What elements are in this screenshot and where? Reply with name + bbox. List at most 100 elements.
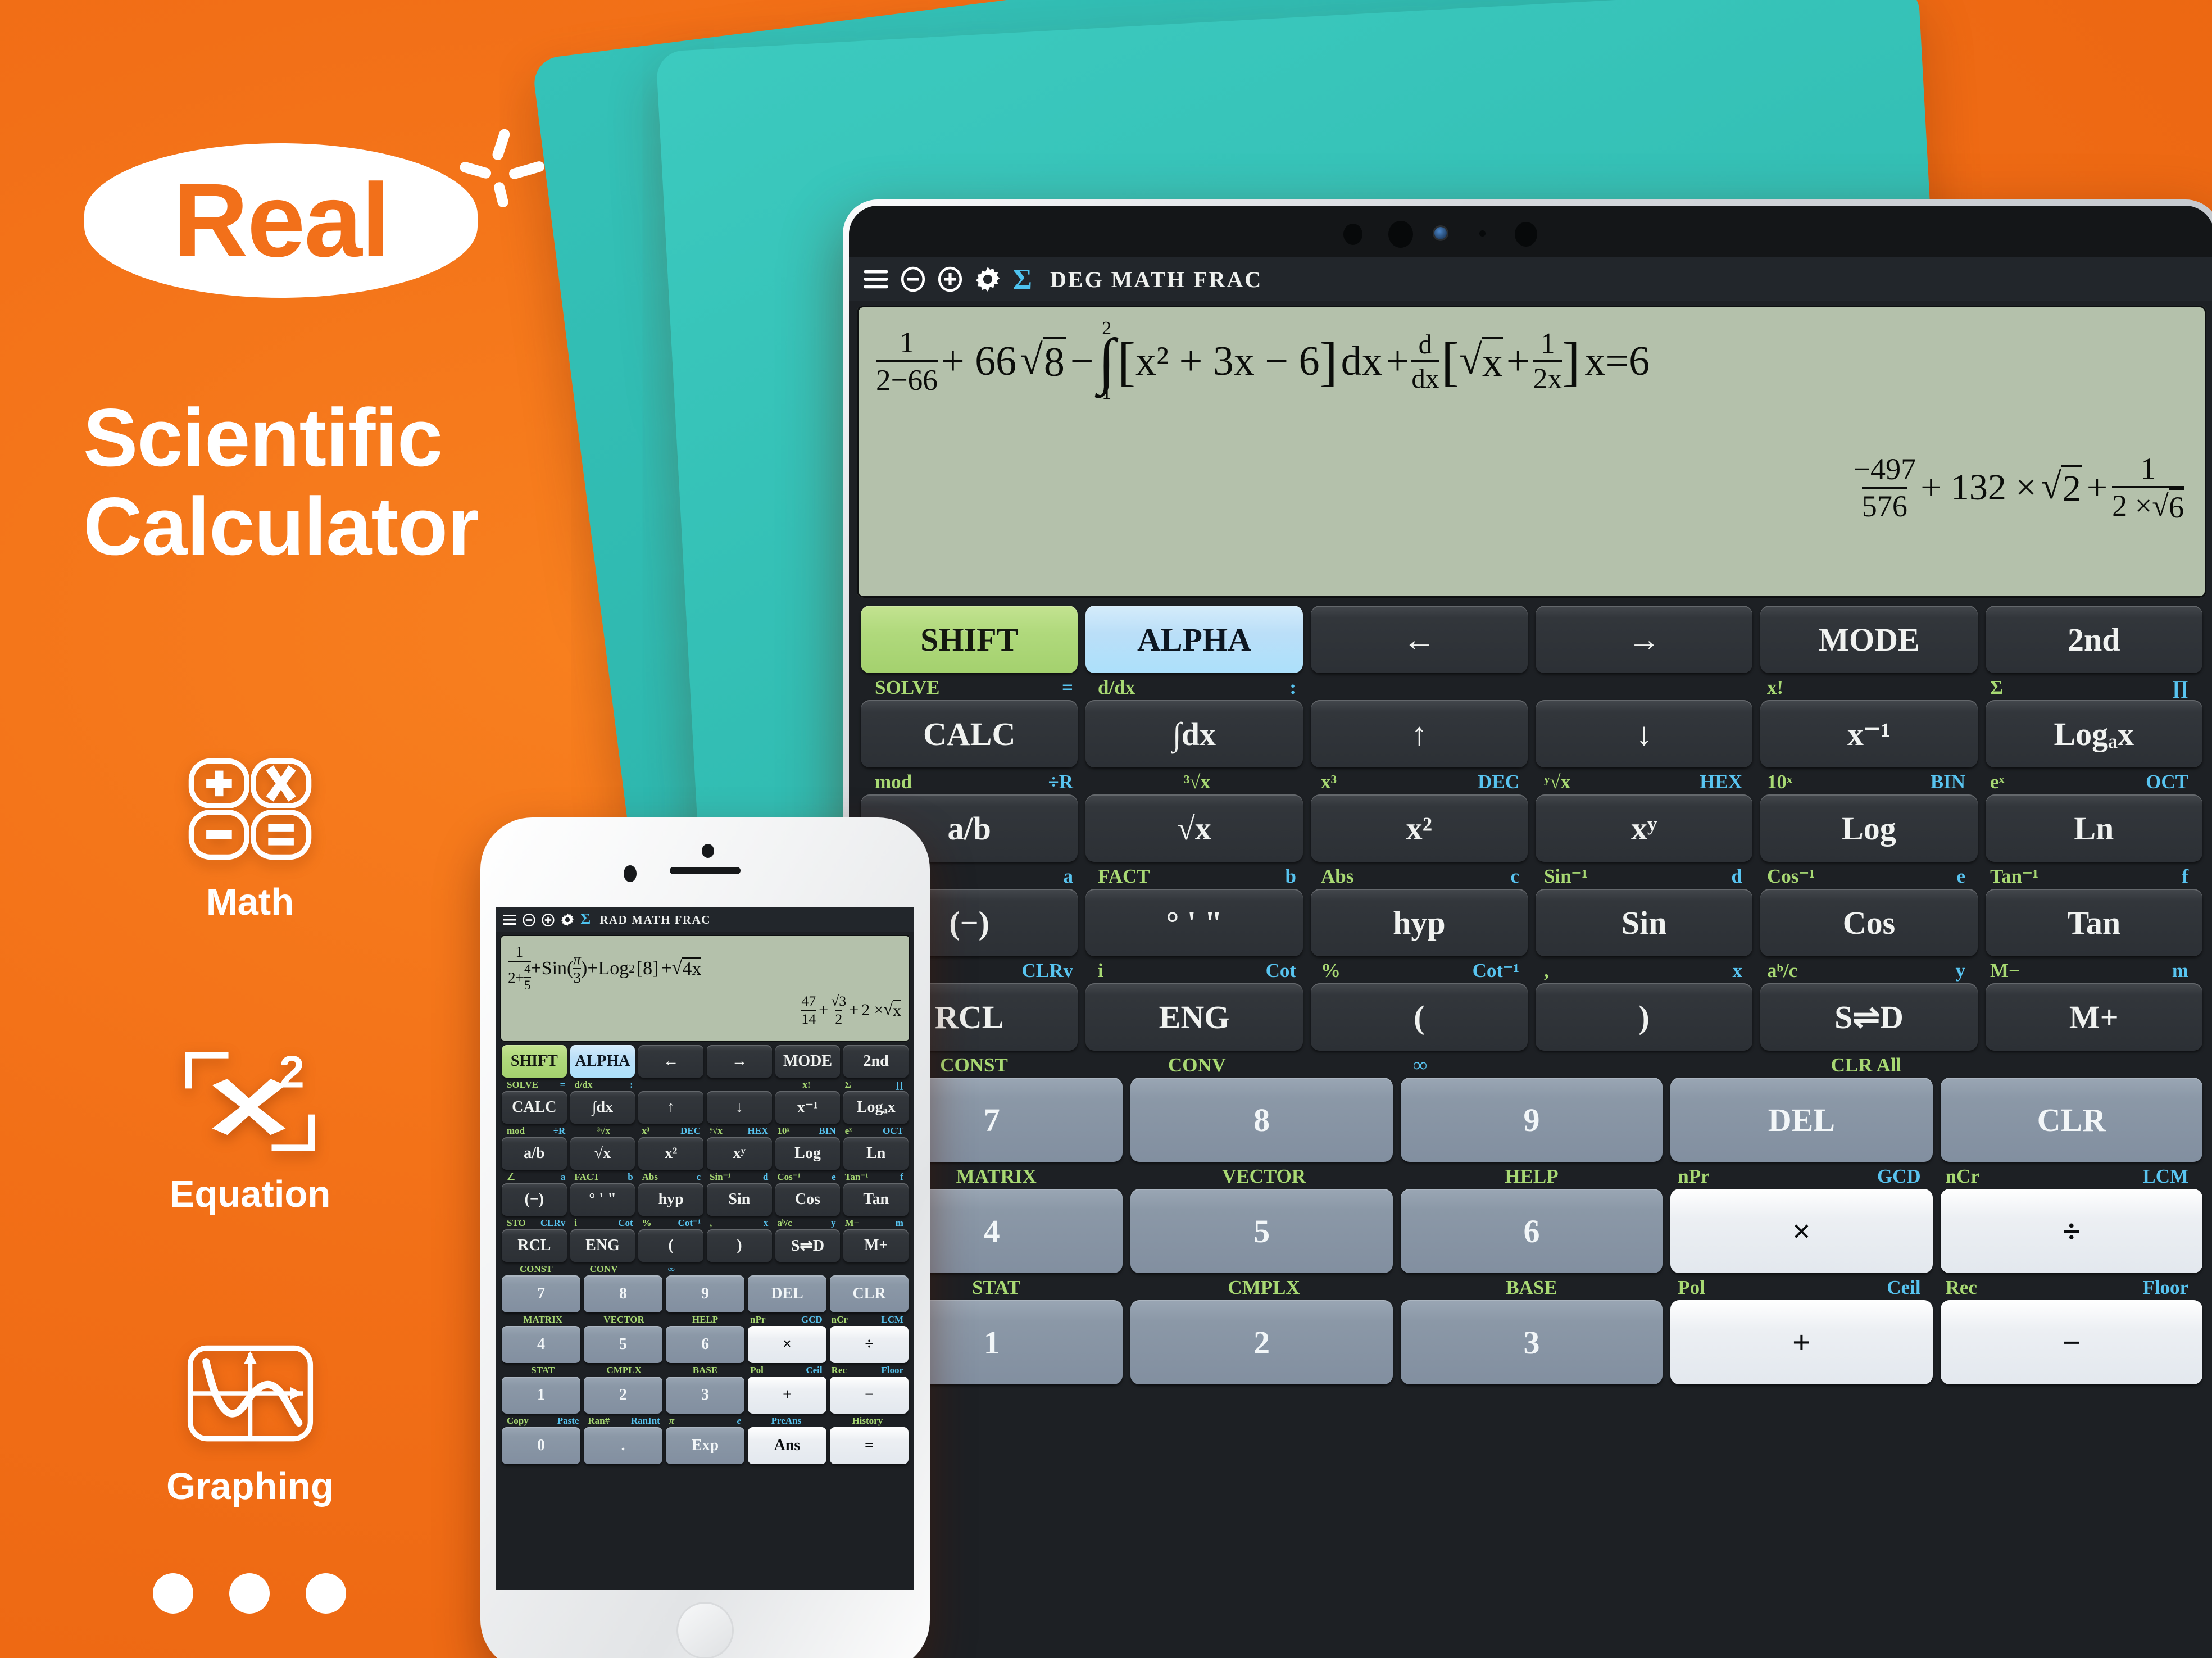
key-sin[interactable]: Sin: [707, 1183, 772, 1216]
key-log-base-a[interactable]: Logₐx: [843, 1091, 909, 1124]
key-dms[interactable]: ° ' ": [1085, 889, 1303, 956]
key-hyp[interactable]: hyp: [638, 1183, 704, 1216]
menu-icon[interactable]: [503, 914, 516, 925]
key-3[interactable]: 3: [666, 1377, 744, 1414]
key-integral[interactable]: ∫dx: [1085, 700, 1303, 767]
key-left-arrow[interactable]: ←: [1310, 606, 1528, 673]
key-4[interactable]: 4: [502, 1326, 580, 1363]
plus-circle-icon[interactable]: [938, 266, 962, 292]
key-square[interactable]: x²: [1310, 794, 1528, 862]
key-log[interactable]: Log: [775, 1137, 841, 1170]
key-8[interactable]: 8: [584, 1275, 662, 1312]
key-divide[interactable]: ÷: [1940, 1189, 2203, 1273]
key-divide[interactable]: ÷: [830, 1326, 909, 1363]
key-2[interactable]: 2: [584, 1377, 662, 1414]
key-hyp[interactable]: hyp: [1310, 889, 1528, 956]
plus-circle-icon[interactable]: [542, 913, 555, 927]
key-rcl[interactable]: RCL: [502, 1229, 567, 1262]
key-negate[interactable]: (−): [502, 1183, 567, 1216]
key-5[interactable]: 5: [1130, 1189, 1393, 1273]
key-3[interactable]: 3: [1400, 1300, 1663, 1384]
key-cos[interactable]: Cos: [775, 1183, 841, 1216]
key-calc[interactable]: CALC: [861, 700, 1078, 767]
key-left-arrow[interactable]: ←: [638, 1045, 704, 1078]
key-alpha[interactable]: ALPHA: [570, 1045, 635, 1078]
key-mode[interactable]: MODE: [1760, 606, 1978, 673]
key-0[interactable]: 0: [502, 1427, 580, 1464]
key-s-to-d[interactable]: S⇌D: [775, 1229, 841, 1262]
key-up-arrow[interactable]: ↑: [1310, 700, 1528, 767]
key-reciprocal[interactable]: x⁻¹: [1760, 700, 1978, 767]
key-plus[interactable]: +: [748, 1377, 826, 1414]
key-2[interactable]: 2: [1130, 1300, 1393, 1384]
key-sin[interactable]: Sin: [1535, 889, 1753, 956]
key-tan[interactable]: Tan: [843, 1183, 909, 1216]
key-right-arrow[interactable]: →: [1535, 606, 1753, 673]
key-tan[interactable]: Tan: [1985, 889, 2202, 956]
sigma-icon[interactable]: Σ: [580, 911, 591, 929]
key-cos[interactable]: Cos: [1760, 889, 1978, 956]
key-memory-plus[interactable]: M+: [1985, 983, 2202, 1051]
key-shift[interactable]: SHIFT: [861, 606, 1078, 673]
key-equals[interactable]: =: [830, 1427, 909, 1464]
key-8[interactable]: 8: [1130, 1078, 1393, 1162]
key-sqrt[interactable]: √x: [1085, 794, 1303, 862]
key-calc[interactable]: CALC: [502, 1091, 567, 1124]
key-clr[interactable]: CLR: [830, 1275, 909, 1312]
key-log-base-a[interactable]: Logₐx: [1985, 700, 2202, 767]
key-square[interactable]: x²: [638, 1137, 704, 1170]
key-9[interactable]: 9: [1400, 1078, 1663, 1162]
home-button[interactable]: [676, 1602, 734, 1658]
key-right-arrow[interactable]: →: [707, 1045, 772, 1078]
key-1[interactable]: 1: [502, 1377, 580, 1414]
minus-circle-icon[interactable]: [523, 913, 535, 927]
menu-icon[interactable]: [864, 269, 888, 289]
key-dms[interactable]: ° ' ": [570, 1183, 635, 1216]
key-6[interactable]: 6: [1400, 1189, 1663, 1273]
key-exp[interactable]: Exp: [666, 1427, 744, 1464]
key-9[interactable]: 9: [666, 1275, 744, 1312]
sigma-icon[interactable]: Σ: [1013, 263, 1032, 296]
key-7[interactable]: 7: [502, 1275, 580, 1312]
key-plus[interactable]: +: [1670, 1300, 1933, 1384]
key-minus[interactable]: −: [830, 1377, 909, 1414]
key-mode[interactable]: MODE: [775, 1045, 841, 1078]
key-open-paren[interactable]: (: [1310, 983, 1528, 1051]
key-down-arrow[interactable]: ↓: [1535, 700, 1753, 767]
key-eng[interactable]: ENG: [1085, 983, 1303, 1051]
key-alpha[interactable]: ALPHA: [1085, 606, 1303, 673]
key-down-arrow[interactable]: ↓: [707, 1091, 772, 1124]
gear-icon[interactable]: [975, 266, 1001, 292]
key-multiply[interactable]: ×: [1670, 1189, 1933, 1273]
key-6[interactable]: 6: [666, 1326, 744, 1363]
key-2nd[interactable]: 2nd: [1985, 606, 2202, 673]
key-open-paren[interactable]: (: [638, 1229, 704, 1262]
key-5[interactable]: 5: [584, 1326, 662, 1363]
key-ln[interactable]: Ln: [843, 1137, 909, 1170]
gear-icon[interactable]: [561, 913, 574, 926]
key-power[interactable]: xʸ: [707, 1137, 772, 1170]
key-clr[interactable]: CLR: [1940, 1078, 2203, 1162]
key-up-arrow[interactable]: ↑: [638, 1091, 704, 1124]
key-ln[interactable]: Ln: [1985, 794, 2202, 862]
key-2nd[interactable]: 2nd: [843, 1045, 909, 1078]
key-close-paren[interactable]: ): [1535, 983, 1753, 1051]
key-s-to-d[interactable]: S⇌D: [1760, 983, 1978, 1051]
key-multiply[interactable]: ×: [748, 1326, 826, 1363]
key-minus[interactable]: −: [1940, 1300, 2203, 1384]
key-power[interactable]: xʸ: [1535, 794, 1753, 862]
key-decimal[interactable]: .: [584, 1427, 662, 1464]
key-memory-plus[interactable]: M+: [843, 1229, 909, 1262]
key-sqrt[interactable]: √x: [570, 1137, 635, 1170]
key-close-paren[interactable]: ): [707, 1229, 772, 1262]
minus-circle-icon[interactable]: [901, 266, 925, 292]
key-eng[interactable]: ENG: [570, 1229, 635, 1262]
key-reciprocal[interactable]: x⁻¹: [775, 1091, 841, 1124]
key-del[interactable]: DEL: [1670, 1078, 1933, 1162]
key-log[interactable]: Log: [1760, 794, 1978, 862]
key-del[interactable]: DEL: [748, 1275, 826, 1312]
key-shift[interactable]: SHIFT: [502, 1045, 567, 1078]
key-integral[interactable]: ∫dx: [570, 1091, 635, 1124]
key-ans[interactable]: Ans: [748, 1427, 826, 1464]
key-fraction[interactable]: a/b: [502, 1137, 567, 1170]
